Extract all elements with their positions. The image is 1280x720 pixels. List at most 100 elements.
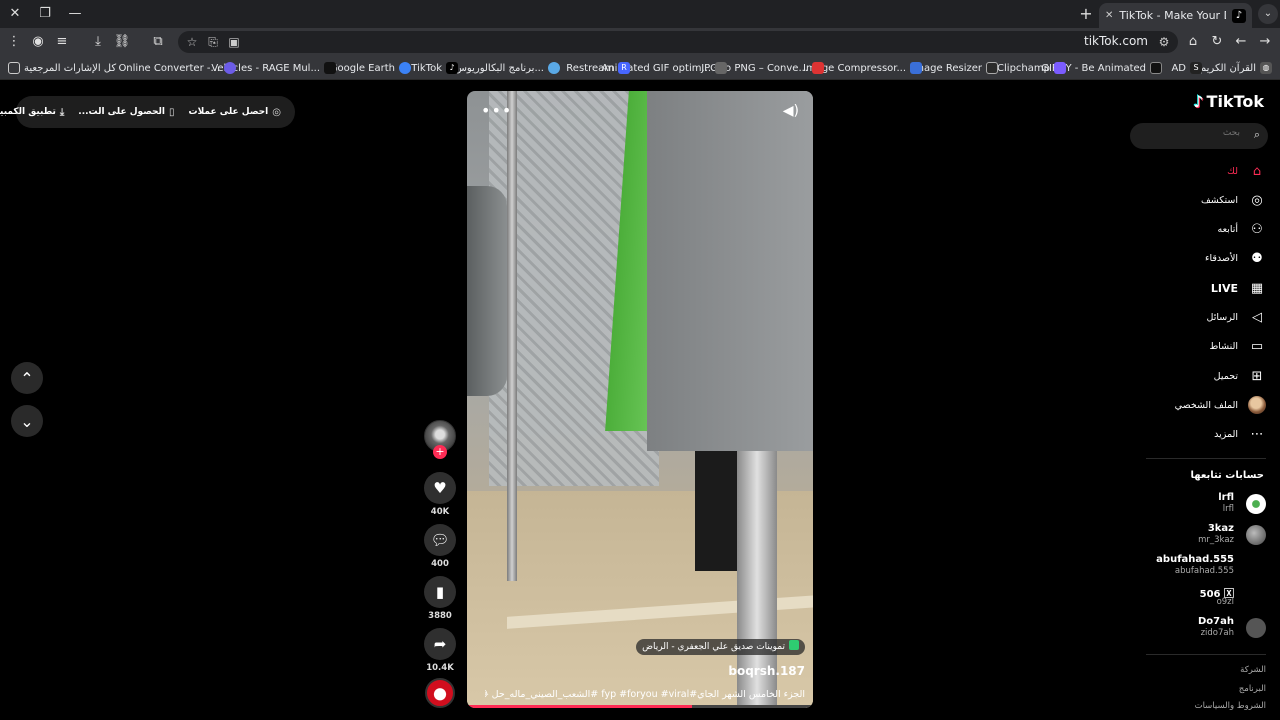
save-button[interactable]: ▮	[424, 576, 456, 608]
bookmark-icon: ◍	[1260, 62, 1272, 74]
bookmark-icon: R	[618, 62, 630, 74]
footer-link-program[interactable]: البرنامج	[1239, 684, 1266, 694]
location-icon	[789, 640, 799, 650]
get-coins-button[interactable]: ◎ احصل على عملات	[189, 107, 281, 118]
new-tab-button[interactable]: +	[1076, 4, 1096, 24]
forward-icon[interactable]: ←	[1231, 32, 1251, 52]
address-bar[interactable]: ☆ ⎘ ▣ tikTok.com ⚙	[178, 31, 1178, 53]
user-follow-icon: ⚇	[1251, 221, 1263, 237]
footer-link-terms[interactable]: الشروط والسياسات	[1195, 701, 1266, 711]
following-account[interactable]: Do7ah zido7ah	[1141, 614, 1266, 642]
nav-activity[interactable]: النشاط ▭	[1209, 336, 1266, 356]
video-progress-bar[interactable]	[467, 705, 813, 708]
bookmark-item[interactable]: القرآن الكريم ◍	[1200, 60, 1272, 76]
bookmark-item[interactable]: Google Earth	[330, 60, 411, 76]
nav-explore[interactable]: استكشف ◎	[1201, 190, 1266, 210]
bookmark-item[interactable]: AD S	[1171, 60, 1202, 76]
home-browser-icon[interactable]: ⌂	[1183, 32, 1203, 52]
downloads-icon[interactable]: ⤓	[88, 32, 108, 52]
nav-for-you[interactable]: لك ⌂	[1227, 161, 1266, 181]
next-video-button[interactable]: ⌄	[11, 405, 43, 437]
close-window-icon[interactable]: ✕	[4, 4, 26, 24]
footer-link-company[interactable]: الشركة	[1240, 665, 1266, 675]
chevron-down-icon: ⌄	[20, 411, 34, 431]
desktop-app-button[interactable]: ⤓ تطبيق الكمبيوتر	[0, 107, 64, 118]
bookmark-item[interactable]: Clipchamp	[997, 60, 1066, 76]
search-input[interactable]	[1140, 128, 1240, 138]
nav-following[interactable]: أتابعه ⚇	[1218, 219, 1267, 239]
nav-upload[interactable]: تحميل ⊞	[1214, 366, 1266, 386]
bookmark-item[interactable]: Online Converter -...	[118, 60, 236, 76]
bookmark-star-icon[interactable]: ☆	[182, 32, 202, 52]
following-account[interactable]: abufahad.555 abufahad.555	[1141, 552, 1266, 580]
compass-icon: ◎	[1251, 192, 1263, 208]
browser-menu-icon[interactable]: ⋮	[4, 32, 24, 52]
follow-plus-icon[interactable]: +	[433, 445, 447, 459]
get-app-button[interactable]: ▯ الحصول على الت...	[78, 107, 174, 118]
following-accounts-title: حسابات تتابعها	[1190, 470, 1264, 481]
bookmark-icon	[715, 62, 727, 74]
site-settings-icon[interactable]: ⚙	[1154, 32, 1174, 52]
share-button[interactable]: ➦	[424, 628, 456, 660]
all-bookmarks[interactable]: كل الإشارات المرجعية	[8, 60, 116, 76]
search-box[interactable]: ⌕	[1130, 123, 1268, 149]
tiktok-favicon-icon: ♪	[1232, 8, 1246, 23]
link-icon[interactable]: ⛓	[112, 32, 132, 52]
video-frame-grey-panel	[647, 91, 813, 451]
more-options-icon[interactable]: •••	[481, 101, 512, 120]
comment-button[interactable]: 💬︎	[424, 524, 456, 556]
nav-friends[interactable]: الأصدقاء ⚉	[1205, 248, 1266, 268]
bookmark-item[interactable]: برنامج البكالوريوس...	[455, 60, 560, 76]
reload-icon[interactable]: ↻	[1207, 32, 1227, 52]
comment-icon: 💬︎	[430, 531, 450, 549]
share-count: 10.4K	[426, 663, 454, 673]
volume-icon[interactable]: ◀)	[783, 103, 799, 119]
location-tag[interactable]: تموينات صديق علي الجعفري - الرياض	[636, 639, 805, 655]
bookmark-item[interactable]: TikTok ♪	[411, 60, 458, 76]
copilot-icon[interactable]: ◉	[28, 32, 48, 52]
save-count: 3880	[428, 611, 452, 621]
tab-title: TikTok - Make Your Day	[1119, 9, 1226, 22]
close-tab-icon[interactable]: ✕	[1105, 10, 1113, 21]
back-icon[interactable]: →	[1255, 32, 1275, 52]
reading-list-icon[interactable]: ≡	[52, 32, 72, 52]
following-account[interactable]: 506 🅇 o9zl	[1141, 583, 1266, 611]
account-avatar	[1246, 556, 1266, 576]
bookmark-item[interactable]: Restream R	[566, 60, 630, 76]
tiktok-page: ◎ احصل على عملات ▯ الحصول على الت... ⤓ ت…	[0, 80, 1280, 720]
previous-video-button[interactable]: ⌃	[11, 362, 43, 394]
coin-icon: ◎	[272, 106, 281, 118]
search-icon[interactable]: ⌕	[1254, 128, 1260, 142]
following-account[interactable]: lrfl lrfl	[1141, 490, 1266, 518]
account-avatar	[1246, 494, 1266, 514]
tiktok-note-icon: ♪	[1193, 92, 1204, 111]
like-button[interactable]: ♥	[424, 472, 456, 504]
video-frame-pole	[507, 91, 517, 581]
install-app-icon[interactable]: ⎘	[203, 32, 223, 52]
extensions-icon[interactable]: ⧉	[148, 32, 168, 52]
bookmark-icon: S	[1190, 62, 1202, 74]
nav-messages[interactable]: الرسائل ◁	[1207, 307, 1266, 327]
music-disc-icon[interactable]	[425, 678, 455, 708]
bookmark-item[interactable]: Image Resizer	[911, 60, 998, 76]
browser-tab-tiktok[interactable]: ✕ TikTok - Make Your Day ♪	[1099, 3, 1252, 28]
cast-icon[interactable]: ▣	[224, 32, 244, 52]
nav-more[interactable]: المزيد ⋯	[1214, 424, 1266, 444]
like-count: 40K	[430, 507, 450, 517]
tab-search-icon[interactable]: ⌄	[1258, 4, 1278, 24]
nav-profile[interactable]: الملف الشخصي	[1175, 395, 1266, 415]
video-author[interactable]: boqrsh.187	[728, 664, 805, 678]
nav-live[interactable]: LIVE ▦	[1211, 278, 1266, 298]
following-account[interactable]: 3kaz mr_3kaz	[1141, 521, 1266, 549]
comment-count: 400	[431, 559, 449, 569]
profile-avatar	[1248, 396, 1266, 414]
bookmark-icon	[910, 62, 922, 74]
bookmark-icon: ▮	[435, 583, 445, 601]
tiktok-logo[interactable]: ♪ TikTok	[1193, 92, 1264, 111]
upload-icon: ⊞	[1251, 368, 1263, 384]
restore-window-icon[interactable]: ❐	[34, 4, 56, 24]
video-caption: الجزء الخامس الشهر الجاي#fyp #foryou #vi…	[485, 689, 805, 700]
account-avatar	[1246, 525, 1266, 545]
minimize-window-icon[interactable]: —	[64, 4, 86, 24]
video-player[interactable]: ••• ◀) تموينات صديق علي الجعفري - الرياض…	[467, 91, 813, 708]
